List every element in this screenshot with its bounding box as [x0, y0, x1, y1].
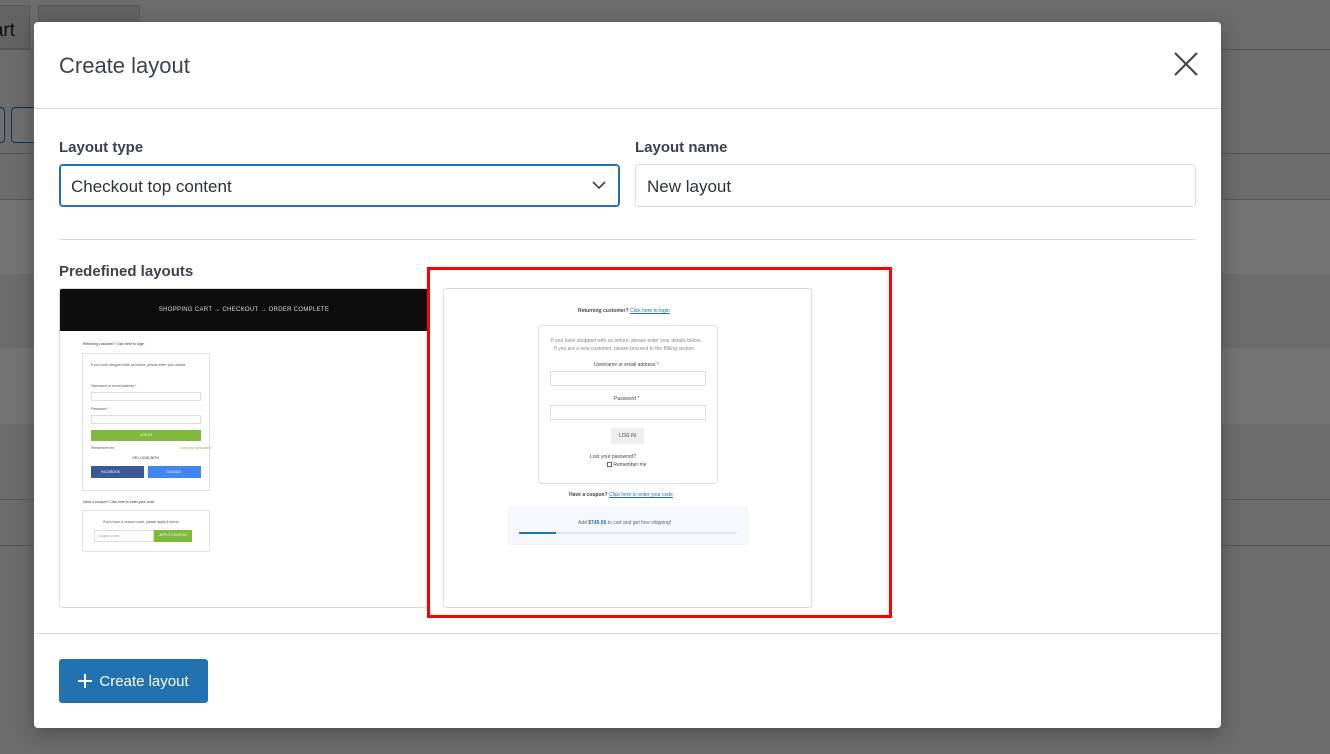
predefined-layout-card-2[interactable]: Returning customer? Click here to login … — [443, 288, 812, 608]
preview-coupon-placeholder: Coupon code — [98, 534, 119, 538]
plus-icon — [78, 674, 93, 688]
preview2-username-input — [550, 371, 706, 386]
layout-type-label: Layout type — [59, 139, 144, 156]
preview-checkout-nav: SHOPPING CART → CHECKOUT → ORDER COMPLET… — [60, 289, 428, 331]
preview-lost-password: Lost your password? — [180, 446, 213, 450]
preview2-shipping-pre: Add — [578, 520, 589, 526]
preview2-coupon-question: Have a coupon? — [569, 492, 608, 498]
preview-google-button: GOOGLE — [148, 466, 201, 478]
close-button[interactable] — [1171, 49, 1201, 79]
layout-name-input[interactable]: New layout — [635, 164, 1196, 207]
preview2-returning-text: Returning customer? — [578, 308, 629, 314]
preview2-lost-password: Lost your password? — [590, 454, 637, 460]
preview-password-input — [91, 415, 201, 424]
preview2-coupon-link: Click here to enter your code — [609, 492, 673, 498]
preview2-shipping-amount: $745.00 — [588, 520, 607, 526]
preview2-coupon: Have a coupon? Click here to enter your … — [569, 492, 673, 498]
preview-facebook-label: FACEBOOK — [101, 470, 121, 474]
preview-login-button: LOG IN — [91, 430, 201, 441]
preview2-login-link: Click here to login — [629, 308, 670, 314]
layout-type-selected-value: Checkout top content — [71, 177, 232, 196]
preview2-password-label: Password * — [614, 396, 640, 402]
preview-coupon-input: Coupon code — [94, 530, 154, 542]
preview2-shipping-text: Add $745.00 to cart and get free shippin… — [578, 520, 671, 526]
create-layout-button-label: Create layout — [99, 672, 189, 690]
section-divider — [59, 239, 1196, 240]
preview2-shipping-bar — [508, 507, 748, 545]
preview-coupon-text: If you have a coupon code, please apply … — [103, 520, 180, 524]
preview2-shipping-post: to cart and get free shipping! — [606, 520, 672, 526]
modal-header: Create layout — [34, 22, 1221, 109]
preview-intro-text: If you have shopped with us before, plea… — [91, 363, 186, 367]
modal-title: Create layout — [59, 53, 190, 78]
preview-apply-coupon: APPLY COUPON — [154, 530, 192, 542]
preview2-remember-label: Remember me — [613, 462, 647, 468]
preview-or-login: OR LOGIN WITH — [132, 456, 160, 460]
predefined-layout-card-1[interactable]: SHOPPING CART → CHECKOUT → ORDER COMPLET… — [59, 288, 429, 608]
preview-password-label: Password * — [91, 407, 109, 411]
layout-name-value: New layout — [647, 177, 732, 196]
checkbox-icon — [607, 462, 612, 468]
create-layout-dialog: Create layout Layout type Checkout top c… — [34, 22, 1221, 728]
preview-coupon-question: Have a coupon? Click here to enter your … — [83, 500, 155, 504]
preview-remember: Remember me — [91, 446, 115, 450]
preview2-password-input — [550, 405, 706, 420]
predefined-layouts-label: Predefined layouts — [59, 263, 194, 280]
create-layout-button[interactable]: Create layout — [59, 659, 208, 703]
preview2-remember: Remember me — [607, 462, 646, 468]
preview2-login-button: LOG IN — [611, 428, 644, 444]
preview2-progress-track — [519, 532, 737, 534]
preview2-intro-2: If you are a new customer, please procee… — [554, 346, 696, 352]
preview2-intro-1: If you have shopped with us before, plea… — [551, 338, 702, 344]
preview-returning-text: Returning customer? Click here to login — [83, 342, 145, 346]
preview-facebook-button: FACEBOOK — [91, 466, 144, 478]
chevron-down-icon — [592, 181, 606, 190]
layout-type-select[interactable]: Checkout top content — [59, 164, 620, 207]
close-icon — [1174, 52, 1198, 76]
preview2-username-label: Username or email address * — [594, 362, 659, 368]
preview-username-input — [91, 392, 201, 401]
preview-username-label: Username or email address * — [91, 384, 137, 388]
preview-google-label: GOOGLE — [166, 470, 182, 474]
layout-name-label: Layout name — [635, 139, 728, 156]
preview2-progress-fill — [519, 532, 557, 534]
footer-divider — [34, 633, 1221, 634]
preview2-returning: Returning customer? Click here to login — [578, 308, 670, 314]
